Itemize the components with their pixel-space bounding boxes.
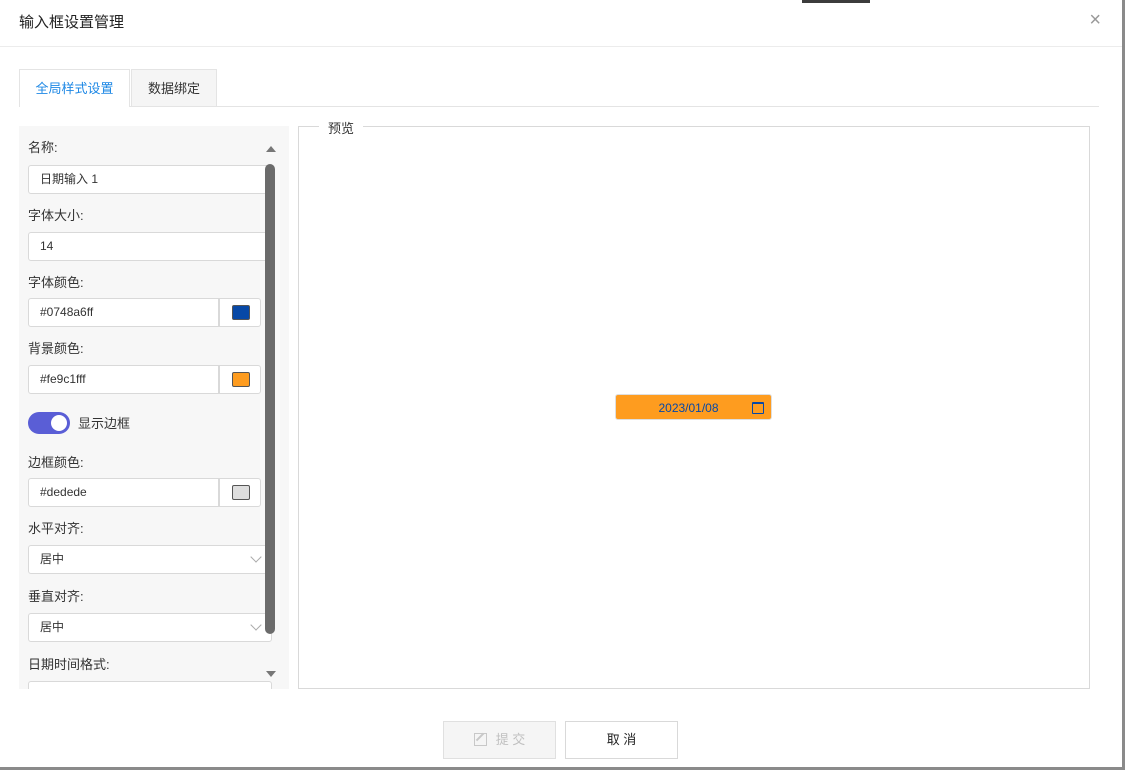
preview-legend: 预览	[319, 118, 364, 137]
border-color-label: 边框颜色:	[28, 455, 84, 470]
v-align-value: 居中	[40, 620, 65, 634]
scroll-thumb[interactable]	[265, 164, 275, 634]
edit-icon	[473, 733, 487, 746]
chevron-down-icon	[250, 619, 262, 631]
bg-color-swatch	[232, 372, 250, 387]
show-border-toggle[interactable]	[28, 412, 70, 434]
toggle-knob	[51, 415, 67, 431]
tab-bar: 全局样式设置 数据绑定	[19, 69, 1099, 107]
h-align-select[interactable]: 居中	[28, 545, 272, 574]
name-input[interactable]: 日期输入 1	[28, 165, 272, 194]
font-size-input[interactable]: 14	[28, 232, 272, 261]
bg-color-input[interactable]: #fe9c1fff	[28, 365, 219, 394]
h-align-label: 水平对齐:	[28, 521, 84, 536]
bg-color-picker[interactable]	[219, 365, 261, 394]
calendar-icon[interactable]	[752, 402, 764, 414]
submit-button[interactable]: 提 交	[443, 721, 556, 759]
font-color-picker[interactable]	[219, 298, 261, 327]
border-color-picker[interactable]	[219, 478, 261, 507]
scroll-up-icon[interactable]	[266, 146, 276, 152]
v-align-label: 垂直对齐:	[28, 589, 84, 604]
border-color-input[interactable]: #dedede	[28, 478, 219, 507]
tab-data-binding[interactable]: 数据绑定	[131, 69, 217, 106]
name-label: 名称:	[28, 140, 58, 155]
border-color-swatch	[232, 485, 250, 500]
dialog-title: 输入框设置管理	[19, 14, 125, 31]
font-color-input[interactable]: #0748a6ff	[28, 298, 219, 327]
settings-scrollbar[interactable]	[264, 126, 279, 689]
preview-date-input[interactable]: 2023/01/08	[615, 394, 772, 420]
v-align-select[interactable]: 居中	[28, 613, 272, 642]
submit-label: 提 交	[495, 732, 526, 747]
scroll-down-icon[interactable]	[266, 671, 276, 677]
close-icon[interactable]: ×	[1089, 10, 1101, 30]
font-color-swatch	[232, 305, 250, 320]
cancel-button[interactable]: 取 消	[565, 721, 678, 759]
font-size-label: 字体大小:	[28, 208, 84, 223]
preview-date-value: 2023/01/08	[658, 401, 719, 415]
chevron-down-icon	[250, 551, 262, 563]
tab-global-style[interactable]: 全局样式设置	[19, 69, 130, 107]
settings-panel: 名称: 日期输入 1 字体大小: 14 字体颜色: #0748a6ff 背景颜色…	[19, 126, 289, 689]
show-border-label: 显示边框	[78, 416, 131, 431]
h-align-value: 居中	[40, 552, 65, 566]
font-color-label: 字体颜色:	[28, 275, 84, 290]
bg-color-label: 背景颜色:	[28, 341, 84, 356]
preview-fieldset: 预览 2023/01/08	[298, 118, 1090, 689]
datetime-format-input[interactable]	[28, 681, 272, 689]
dialog-header: 输入框设置管理 ×	[0, 0, 1122, 47]
datetime-format-label: 日期时间格式:	[28, 657, 110, 672]
